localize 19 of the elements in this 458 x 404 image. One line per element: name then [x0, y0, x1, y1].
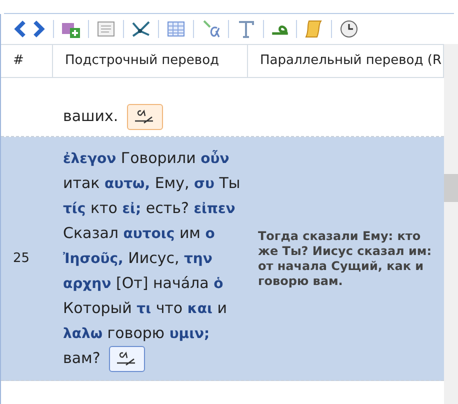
- text-style-icon: [236, 19, 256, 39]
- notes-button[interactable]: [126, 104, 163, 130]
- clock-icon: [339, 19, 359, 39]
- interlinear-text: ἐλεγον Говорили οὖν итак αυτω, Ему, συ Ты τίς кто εἰ; есть? εἰπεν Сказал αυτοις им ο Ἰησοῦς, Иисус, την αρχην [От] начáла ὁ Который τι что και и λαλω говорю υμιν; вам?: [63, 146, 244, 372]
- scrollbar[interactable]: [444, 44, 458, 404]
- table-icon: [166, 19, 186, 39]
- row-number: 25: [13, 250, 30, 268]
- forward-icon: [32, 19, 46, 39]
- table-row[interactable]: [1, 137, 444, 381]
- interlinear-text: ваших.: [63, 104, 244, 130]
- document-icon: [96, 19, 116, 39]
- notes-button[interactable]: [109, 346, 146, 372]
- graph-icon: [131, 19, 151, 39]
- column-header[interactable]: Подстрочный перевод: [53, 45, 248, 77]
- parallel-translation: Тогда сказали Ему: кто же Ты? Иисус сказал им: от начала Сущий, как и говорю вам.: [258, 228, 433, 288]
- column-header[interactable]: #: [1, 45, 53, 77]
- back-icon: [13, 19, 27, 39]
- alpha-transform-icon: [201, 19, 221, 39]
- scroll-icon: [304, 19, 324, 39]
